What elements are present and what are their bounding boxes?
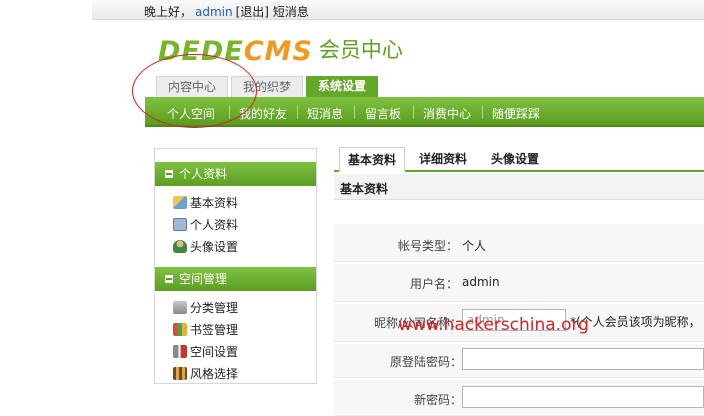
nav-guestbook[interactable]: 留言板 [365,105,401,122]
tab-avatar-settings[interactable]: 头像设置 [484,147,546,171]
logo-cms-text: CMS [243,36,313,67]
logo-title: 会员中心 [318,38,403,62]
user-status: 晚上好， admin [退出] 短消息 [144,3,309,20]
account-type-value: 个人 [462,239,487,253]
sidebar-group-space[interactable]: 空间管理 [155,267,316,291]
form-row [334,224,704,262]
dedecms-logo: DEDECMS 会员中心 [158,34,403,68]
logo-dede-text: DEDE [158,36,244,67]
profile-form: 帐号类型： 个人 用户名： admin 昵称/公司名称： *(个人会员该项为昵称… [334,200,704,416]
nav-my-friends[interactable]: 我的好友 [239,105,287,122]
nav-random-visit[interactable]: 随便踩踩 [492,105,540,122]
sub-nav-bar: 个人空间 我的好友 短消息 留言板 消费中心 随便踩踩 [145,97,704,127]
old-password-label: 原登陆密码： [389,355,462,369]
sidebar-item-label: 空间设置 [190,345,239,359]
logout-link[interactable]: [退出] [236,5,269,19]
nickname-label: 昵称/公司名称： [373,316,462,330]
nav-personal-space[interactable]: 个人空间 [167,105,215,122]
account-type-label: 帐号类型： [397,239,458,253]
nickname-hint: *(个人会员该项为昵称， [570,315,701,329]
sidebar-item-basic-info[interactable]: 基本资料 [173,194,238,212]
nav-divider [413,105,414,119]
tab-system-settings[interactable]: 系统设置 [306,76,378,97]
old-password-input[interactable] [462,348,704,370]
sidebar-item-bookmark[interactable]: 书签管理 [173,321,238,339]
sidebar-item-label: 书签管理 [190,323,239,337]
nickname-input[interactable] [462,309,566,331]
sidebar-item-avatar-settings[interactable]: 头像设置 [173,238,238,256]
sidebar-group-label: 个人资料 [179,167,228,181]
edit-icon [173,196,187,209]
content-tabs: 基本资料 详细资料 头像设置 [334,147,704,173]
sidebar-item-label: 头像设置 [190,240,239,254]
nav-divider [482,105,483,119]
username-link[interactable]: admin [195,5,233,19]
sidebar-item-category[interactable]: 分类管理 [173,299,238,317]
top-bar: 晚上好， admin [退出] 短消息 [92,0,704,20]
collapse-icon [165,275,173,283]
tab-detailed-info[interactable]: 详细资料 [412,147,474,171]
messages-link[interactable]: 短消息 [273,5,309,19]
username-label: 用户名： [409,277,458,291]
tools-icon [173,345,187,358]
username-value: admin [462,275,500,289]
bookmark-icon [173,323,187,336]
new-password-label: 新密码： [413,393,462,407]
nav-divider [354,105,355,119]
sidebar-item-style[interactable]: 风格选择 [173,365,238,383]
sidebar-item-label: 基本资料 [190,196,239,210]
category-icon [173,301,187,314]
sidebar-item-label: 个人资料 [190,218,239,232]
sidebar-group-profile[interactable]: 个人资料 [155,162,316,186]
sidebar-group-label: 空间管理 [179,272,228,286]
new-password-input[interactable] [462,386,704,408]
greeting-text: 晚上好， [144,5,193,19]
user-icon [173,240,187,253]
nav-divider [229,105,230,119]
sidebar: 个人资料 基本资料 个人资料 头像设置 空间管理 分类管理 书签管理 空间设置 … [154,148,317,384]
nav-messages[interactable]: 短消息 [307,105,343,122]
tab-content-center[interactable]: 内容中心 [156,76,228,97]
tab-my-dede[interactable]: 我的织梦 [231,76,303,97]
nav-consumption-center[interactable]: 消费中心 [423,105,471,122]
collapse-icon [165,170,173,178]
nav-divider [297,105,298,119]
form-row [334,264,704,302]
palette-icon [173,367,187,380]
sidebar-item-space-settings[interactable]: 空间设置 [173,343,238,361]
sidebar-item-label: 风格选择 [190,367,239,381]
section-title: 基本资料 [340,182,389,196]
tab-basic-info[interactable]: 基本资料 [339,147,405,173]
section-header: 基本资料 [334,174,704,200]
sidebar-item-personal-info[interactable]: 个人资料 [173,216,238,234]
sidebar-item-label: 分类管理 [190,301,239,315]
id-card-icon [173,218,187,231]
